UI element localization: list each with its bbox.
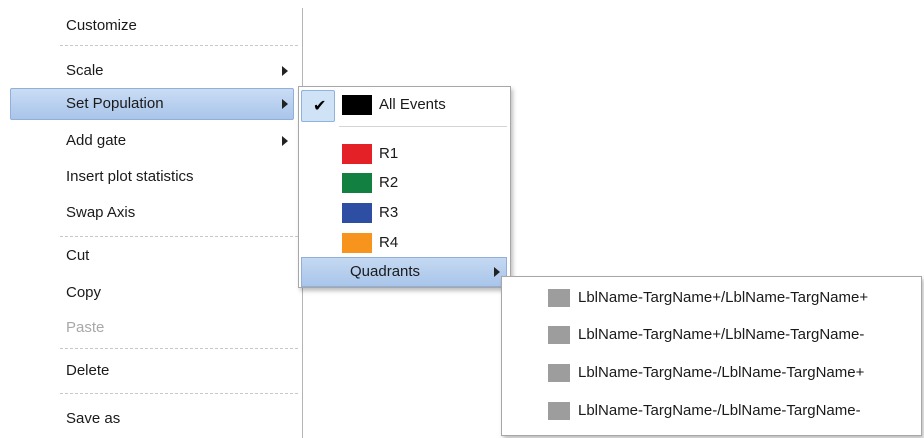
quadrant-item[interactable]: LblName-TargName-/LblName-TargName+ — [502, 354, 921, 390]
menu-item-add-gate[interactable]: Add gate — [66, 125, 296, 157]
color-swatch — [342, 233, 372, 253]
menu-item-set-population[interactable]: Set Population — [66, 88, 296, 120]
menu-item-copy[interactable]: Copy — [66, 277, 296, 309]
population-item-all-events[interactable]: ✔ All Events — [299, 89, 510, 122]
chevron-right-icon — [494, 267, 500, 277]
population-item-label: R1 — [379, 145, 399, 162]
quadrant-item[interactable]: LblName-TargName+/LblName-TargName+ — [502, 279, 921, 315]
population-item-r2[interactable]: R2 — [299, 167, 510, 199]
population-item-label: R4 — [379, 234, 399, 251]
population-item-label: R2 — [379, 174, 399, 191]
menu-separator — [60, 393, 298, 394]
menu-item-paste: Paste — [66, 319, 105, 336]
color-swatch — [548, 289, 570, 307]
population-item-r3[interactable]: R3 — [299, 197, 510, 229]
chevron-right-icon — [282, 99, 288, 109]
checkmark-icon: ✔ — [313, 98, 327, 115]
menu-item-label: Set Population — [66, 95, 164, 112]
menu-item-customize[interactable]: Customize — [66, 10, 296, 42]
menu-separator — [60, 348, 298, 349]
menu-separator — [60, 236, 298, 237]
color-swatch — [548, 402, 570, 420]
population-item-r1[interactable]: R1 — [299, 138, 510, 170]
menu-separator — [339, 126, 507, 127]
quadrants-submenu: LblName-TargName+/LblName-TargName+ LblN… — [501, 276, 922, 436]
population-item-label: R3 — [379, 204, 399, 221]
quadrant-item-label: LblName-TargName+/LblName-TargName- — [578, 326, 865, 343]
population-item-label: Quadrants — [350, 263, 421, 280]
color-swatch — [342, 144, 372, 164]
population-item-label: All Events — [379, 96, 446, 113]
quadrant-item[interactable]: LblName-TargName+/LblName-TargName- — [502, 316, 921, 352]
chevron-right-icon — [282, 136, 288, 146]
menu-item-scale[interactable]: Scale — [66, 55, 296, 87]
quadrant-item-label: LblName-TargName+/LblName-TargName+ — [578, 289, 869, 306]
menu-item-save-as[interactable]: Save as — [66, 403, 296, 435]
context-menu: Customize Scale Set Population Add gate … — [0, 0, 304, 438]
color-swatch — [342, 173, 372, 193]
menu-item-label: Add gate — [66, 132, 127, 149]
color-swatch — [548, 326, 570, 344]
color-swatch — [342, 203, 372, 223]
color-swatch — [548, 364, 570, 382]
quadrant-item-label: LblName-TargName-/LblName-TargName- — [578, 402, 861, 419]
menu-item-delete[interactable]: Delete — [66, 355, 296, 387]
menu-separator — [60, 45, 298, 46]
menu-item-insert-plot-statistics[interactable]: Insert plot statistics — [66, 161, 296, 193]
menu-item-cut[interactable]: Cut — [66, 240, 296, 272]
color-swatch — [342, 95, 372, 115]
population-item-quadrants[interactable]: Quadrants — [301, 257, 507, 287]
chevron-right-icon — [282, 66, 288, 76]
menu-item-label: Scale — [66, 62, 104, 79]
quadrant-item-label: LblName-TargName-/LblName-TargName+ — [578, 364, 865, 381]
quadrant-item[interactable]: LblName-TargName-/LblName-TargName- — [502, 392, 921, 428]
population-item-r4[interactable]: R4 — [299, 227, 510, 259]
menu-item-swap-axis[interactable]: Swap Axis — [66, 197, 296, 229]
population-submenu: ✔ All Events R1 R2 R3 R4 Quadrants — [298, 86, 511, 288]
checked-box: ✔ — [301, 90, 335, 122]
